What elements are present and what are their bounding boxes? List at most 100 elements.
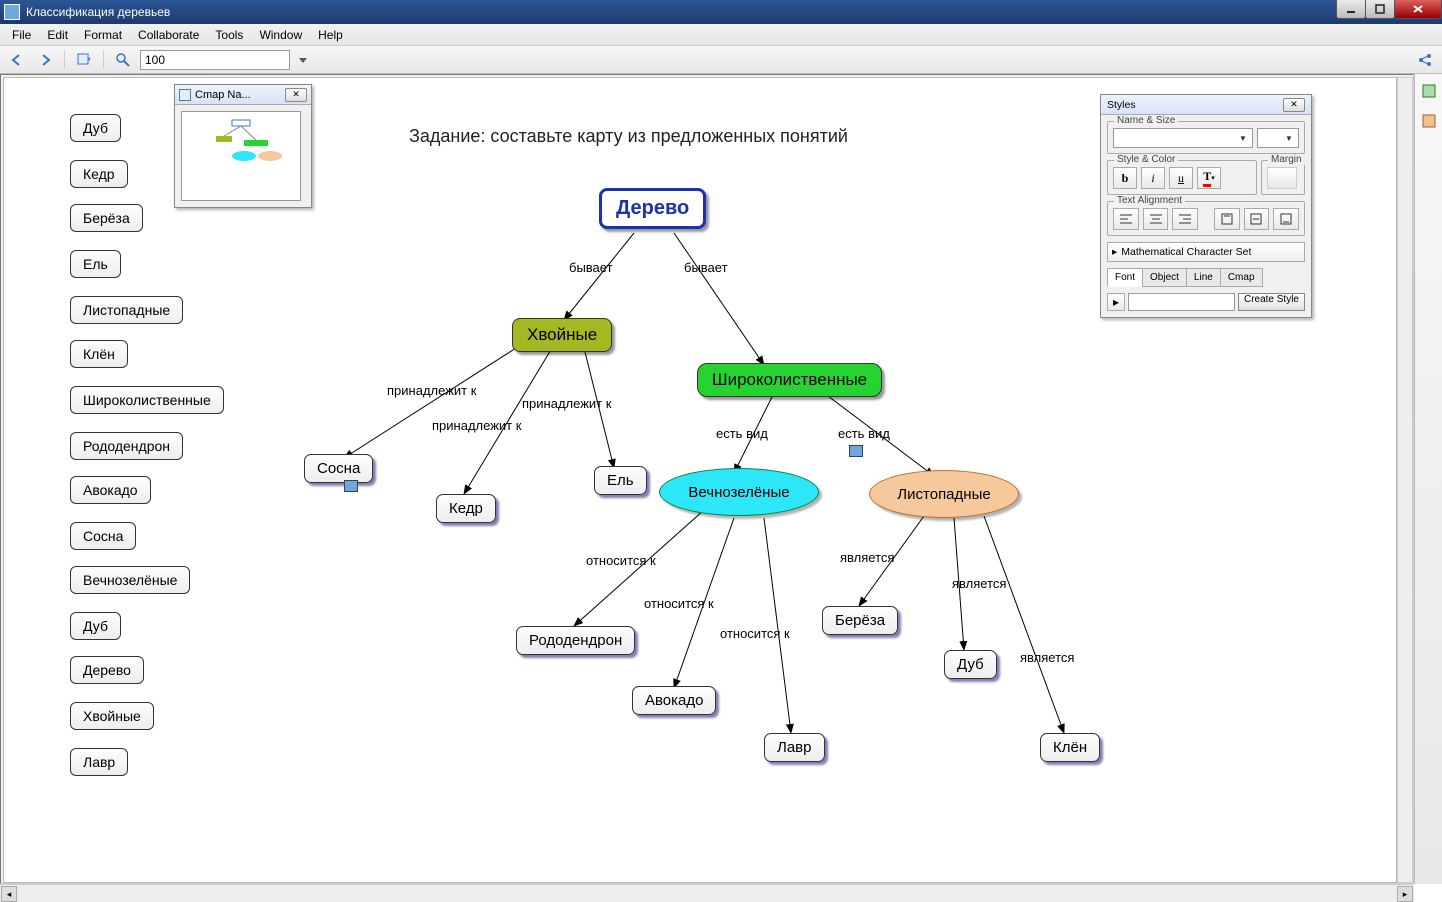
- concept-pill[interactable]: Рододендрон: [70, 432, 183, 460]
- leaf-cedar[interactable]: Кедр: [436, 494, 496, 523]
- menu-help[interactable]: Help: [310, 26, 351, 44]
- concept-pill[interactable]: Берёза: [70, 204, 143, 232]
- style-name-input[interactable]: [1128, 293, 1235, 311]
- node-broadleaf[interactable]: Широколиственные: [697, 363, 882, 397]
- leaf-laurel[interactable]: Лавр: [764, 733, 825, 762]
- tab-line[interactable]: Line: [1186, 268, 1221, 287]
- style-play-button[interactable]: ▸: [1107, 293, 1125, 311]
- fieldset-name-size: Name & Size ▼ ▼: [1107, 121, 1305, 154]
- link-label: бывает: [569, 260, 613, 275]
- font-size-combo[interactable]: ▼: [1257, 128, 1299, 148]
- link-label: является: [952, 576, 1006, 591]
- concept-pill[interactable]: Дуб: [70, 612, 121, 640]
- close-button[interactable]: [1394, 0, 1442, 19]
- fieldset-text-alignment: Text Alignment: [1107, 201, 1305, 236]
- menu-edit[interactable]: Edit: [39, 26, 76, 44]
- menu-window[interactable]: Window: [251, 26, 310, 44]
- fieldset-margin: Margin: [1261, 160, 1305, 195]
- tab-font[interactable]: Font: [1107, 268, 1143, 287]
- minimize-button[interactable]: [1336, 0, 1366, 19]
- styles-panel[interactable]: Styles ✕ Name & Size ▼ ▼ Style & Color b…: [1100, 94, 1312, 318]
- underline-button[interactable]: u: [1169, 167, 1193, 189]
- menu-format[interactable]: Format: [76, 26, 130, 44]
- concept-pill[interactable]: Листопадные: [70, 296, 183, 324]
- forward-button[interactable]: [34, 49, 56, 71]
- italic-button[interactable]: i: [1141, 167, 1165, 189]
- concept-pill[interactable]: Вечнозелёные: [70, 566, 190, 594]
- margin-button[interactable]: [1267, 167, 1297, 189]
- leaf-oak[interactable]: Дуб: [944, 650, 997, 679]
- leaf-maple[interactable]: Клён: [1040, 733, 1100, 762]
- align-left-button[interactable]: [1113, 208, 1139, 230]
- tab-cmap[interactable]: Cmap: [1220, 268, 1263, 287]
- tab-object[interactable]: Object: [1142, 268, 1187, 287]
- text-color-button[interactable]: T▾: [1197, 167, 1221, 189]
- leaf-pine[interactable]: Сосна: [304, 454, 373, 483]
- link-label: принадлежит к: [387, 383, 476, 398]
- link-label: является: [1020, 650, 1074, 665]
- resource-icon[interactable]: [344, 480, 358, 492]
- valign-top-button[interactable]: [1214, 208, 1240, 230]
- link-label: относится к: [720, 626, 790, 641]
- valign-bottom-button[interactable]: [1273, 208, 1299, 230]
- concept-pill[interactable]: Кедр: [70, 160, 128, 188]
- horizontal-scrollbar[interactable]: ◂ ▸: [0, 884, 1414, 902]
- views-button[interactable]: [73, 49, 95, 71]
- concept-pill[interactable]: Сосна: [70, 522, 136, 550]
- vertical-scrollbar[interactable]: [1397, 77, 1413, 883]
- scroll-right-arrow[interactable]: ▸: [1397, 886, 1413, 902]
- menu-file[interactable]: File: [4, 26, 39, 44]
- task-title: Задание: составьте карту из предложенных…: [409, 126, 848, 147]
- font-family-combo[interactable]: ▼: [1113, 128, 1253, 148]
- zoom-icon[interactable]: [112, 49, 134, 71]
- navigator-preview[interactable]: [181, 111, 301, 201]
- navigator-titlebar[interactable]: Cmap Na... ✕: [175, 85, 311, 105]
- menu-tools[interactable]: Tools: [207, 26, 251, 44]
- valign-middle-button[interactable]: [1244, 208, 1270, 230]
- bold-button[interactable]: b: [1113, 167, 1137, 189]
- link-label: относится к: [586, 553, 656, 568]
- navigator-title: Cmap Na...: [195, 89, 251, 101]
- leaf-birch[interactable]: Берёза: [822, 606, 898, 635]
- concept-pill[interactable]: Клён: [70, 340, 128, 368]
- concept-pill[interactable]: Ель: [70, 250, 121, 278]
- concept-pill[interactable]: Широколиственные: [70, 386, 224, 414]
- back-button[interactable]: [6, 49, 28, 71]
- navigator-close-button[interactable]: ✕: [285, 88, 307, 102]
- menubar: File Edit Format Collaborate Tools Windo…: [0, 24, 1442, 46]
- node-conifer[interactable]: Хвойные: [512, 318, 612, 352]
- styles-titlebar[interactable]: Styles ✕: [1101, 95, 1311, 115]
- leaf-rhodo[interactable]: Рододендрон: [516, 626, 635, 655]
- panel-toggle-icon-2[interactable]: [1418, 110, 1440, 132]
- concept-pill[interactable]: Лавр: [70, 748, 128, 776]
- node-evergreen[interactable]: Вечнозелёные: [659, 468, 819, 516]
- legend-label: Margin: [1268, 154, 1305, 165]
- node-label: Листопадные: [897, 486, 990, 503]
- math-charset-expand[interactable]: ▸ Mathematical Character Set: [1107, 242, 1305, 262]
- navigator-window[interactable]: Cmap Na... ✕: [174, 84, 312, 208]
- node-root[interactable]: Дерево: [599, 188, 706, 229]
- align-right-button[interactable]: [1172, 208, 1198, 230]
- create-style-button[interactable]: Create Style: [1238, 293, 1305, 311]
- zoom-dropdown[interactable]: [296, 49, 310, 71]
- styles-close-button[interactable]: ✕: [1283, 98, 1305, 112]
- leaf-avocado[interactable]: Авокадо: [632, 686, 716, 715]
- menu-collaborate[interactable]: Collaborate: [130, 26, 207, 44]
- window-titlebar: Классификация деревьев: [0, 0, 1442, 24]
- concept-pill[interactable]: Авокадо: [70, 476, 151, 504]
- fieldset-style-color: Style & Color b i u T▾: [1107, 160, 1257, 195]
- align-center-button[interactable]: [1143, 208, 1169, 230]
- maximize-button[interactable]: [1365, 0, 1395, 19]
- concept-pill[interactable]: Дерево: [70, 656, 144, 684]
- concept-pill[interactable]: Хвойные: [70, 702, 154, 730]
- link-label: бывает: [684, 260, 728, 275]
- zoom-input[interactable]: [140, 50, 290, 70]
- resource-icon[interactable]: [849, 445, 863, 457]
- share-icon[interactable]: [1414, 49, 1436, 71]
- canvas[interactable]: Задание: составьте карту из предложенных…: [3, 77, 1397, 883]
- node-deciduous[interactable]: Листопадные: [869, 470, 1019, 518]
- panel-toggle-icon[interactable]: [1418, 80, 1440, 102]
- leaf-fir[interactable]: Ель: [594, 466, 647, 495]
- concept-pill[interactable]: Дуб: [70, 114, 121, 142]
- scroll-left-arrow[interactable]: ◂: [1, 886, 17, 902]
